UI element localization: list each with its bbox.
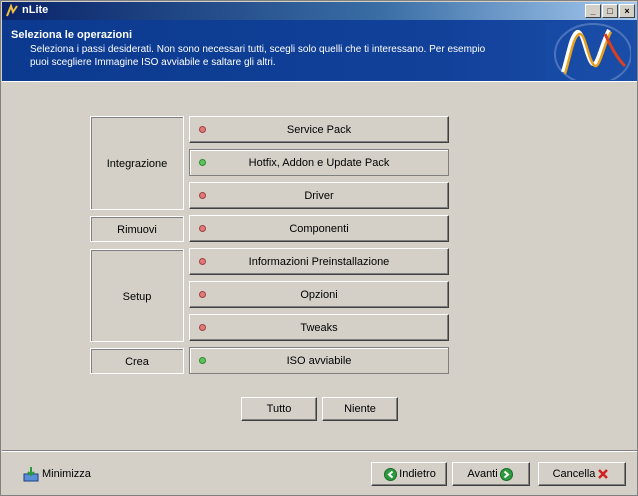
driver-button[interactable]: Driver [189, 182, 449, 209]
page-title: Seleziona le operazioni [11, 29, 133, 41]
cancel-button[interactable]: Cancella [538, 462, 626, 486]
select-all-button[interactable]: Tutto [241, 397, 317, 421]
footer-divider [2, 450, 637, 452]
driver-label: Driver [304, 190, 334, 202]
group-integrazione-label: Integrazione [106, 158, 168, 170]
service-pack-label: Service Pack [286, 124, 352, 136]
back-label: Indietro [399, 468, 436, 480]
iso-avviabile-button[interactable]: ISO avviabile [189, 347, 449, 374]
arrow-right-icon [499, 467, 513, 481]
wizard-header: Seleziona le operazioni Seleziona i pass… [2, 20, 637, 82]
minimize-link[interactable]: Minimizza [23, 466, 91, 482]
next-label: Avanti [467, 468, 498, 480]
close-x-icon [598, 469, 609, 479]
hotfix-addon-update-pack-label: Hotfix, Addon e Update Pack [248, 157, 390, 169]
tweaks-label: Tweaks [300, 322, 338, 334]
title-bar[interactable]: nLite _ □ × [2, 2, 637, 20]
group-crea-label: Crea [125, 356, 149, 368]
minimize-window-button[interactable]: _ [585, 4, 601, 18]
group-rimuovi-label: Rimuovi [117, 224, 157, 236]
hotfix-addon-update-pack-button[interactable]: Hotfix, Addon e Update Pack [189, 149, 449, 176]
opzioni-label: Opzioni [300, 289, 338, 301]
group-crea: Crea [90, 348, 184, 374]
cancel-label: Cancella [552, 468, 596, 480]
componenti-button[interactable]: Componenti [189, 215, 449, 242]
close-window-button[interactable]: × [619, 4, 635, 18]
opzioni-button[interactable]: Opzioni [189, 281, 449, 308]
arrow-left-icon [384, 467, 398, 481]
select-none-button[interactable]: Niente [322, 397, 398, 421]
back-button[interactable]: Indietro [371, 462, 447, 486]
tweaks-button[interactable]: Tweaks [189, 314, 449, 341]
group-integrazione: Integrazione [90, 116, 184, 210]
service-pack-button[interactable]: Service Pack [189, 116, 449, 143]
nlite-logo-icon [545, 22, 631, 80]
maximize-window-button[interactable]: □ [602, 4, 618, 18]
iso-avviabile-label: ISO avviabile [286, 355, 352, 367]
nlite-app-icon [6, 4, 18, 17]
minimize-label: Minimizza [42, 467, 91, 480]
nlite-window: nLite _ □ × Seleziona le operazioni Sele… [0, 0, 638, 496]
next-button[interactable]: Avanti [452, 462, 530, 486]
group-setup: Setup [90, 249, 184, 342]
window-title: nLite [22, 4, 49, 16]
group-rimuovi: Rimuovi [90, 216, 184, 242]
group-setup-label: Setup [122, 291, 152, 303]
informazioni-preinstallazione-button[interactable]: Informazioni Preinstallazione [189, 248, 449, 275]
informazioni-preinstallazione-label: Informazioni Preinstallazione [248, 256, 390, 268]
page-description: Seleziona i passi desiderati. Non sono n… [30, 44, 486, 68]
minimize-tray-icon [23, 467, 39, 482]
componenti-label: Componenti [289, 223, 349, 235]
